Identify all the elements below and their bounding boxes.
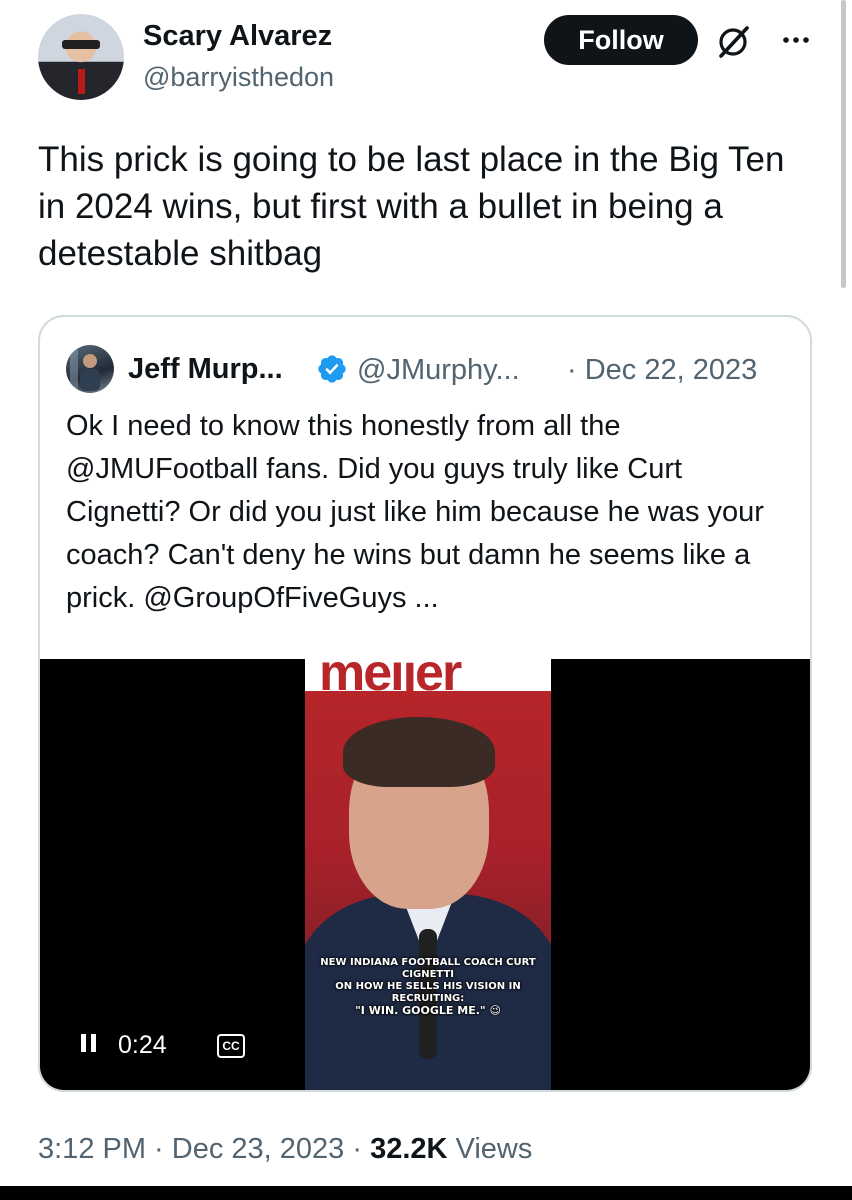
quoted-avatar[interactable]: [66, 345, 114, 393]
video-caption-line2: ON HOW HE SELLS HIS VISION IN RECRUITING…: [335, 981, 521, 1004]
follow-button[interactable]: Follow: [544, 15, 698, 65]
video-person-hair: [343, 717, 495, 787]
author-name[interactable]: Scary Alvarez: [143, 20, 332, 53]
views-count: 32.2K: [370, 1133, 448, 1165]
video-time: 0:24: [118, 1031, 167, 1059]
video-banner-text: meijer: [319, 659, 462, 702]
quoted-text: Ok I need to know this honestly from all…: [66, 410, 764, 614]
video-player[interactable]: meijer NEW INDIANA FOOTBALL COACH CURT C…: [40, 659, 810, 1090]
quoted-author-name[interactable]: Jeff Murp...: [128, 353, 283, 386]
quoted-author-handle[interactable]: @JMurphy...: [357, 354, 520, 387]
author-handle[interactable]: @barryisthedon: [143, 62, 334, 93]
pause-icon[interactable]: [78, 1032, 100, 1061]
quoted-date[interactable]: · Dec 22, 2023: [567, 354, 757, 387]
video-caption-line3: "I WIN. GOOGLE ME." 😉: [355, 1004, 501, 1017]
video-frame: meijer NEW INDIANA FOOTBALL COACH CURT C…: [305, 659, 551, 1090]
timestamp[interactable]: 3:12 PM · Dec 23, 2023 ·: [38, 1133, 370, 1165]
scrollbar[interactable]: [841, 0, 846, 288]
tweet-meta: 3:12 PM · Dec 23, 2023 · 32.2K Views: [38, 1133, 532, 1166]
views-label: Views: [447, 1133, 533, 1165]
tweet-text: This prick is going to be last place in …: [38, 140, 785, 273]
closed-captions-icon[interactable]: CC: [217, 1034, 245, 1058]
avatar-glasses: [62, 40, 100, 49]
verified-badge-icon: [316, 353, 348, 385]
avatar-tie: [78, 69, 85, 94]
more-options-icon[interactable]: [777, 20, 815, 58]
avatar[interactable]: [38, 14, 124, 100]
quoted-tweet[interactable]: Jeff Murp... @JMurphy... · Dec 22, 2023 …: [38, 315, 812, 1092]
grok-icon[interactable]: [714, 23, 752, 61]
video-caption-line1: NEW INDIANA FOOTBALL COACH CURT CIGNETTI: [320, 957, 536, 980]
tweet-header: Scary Alvarez @barryisthedon Follow: [38, 14, 818, 104]
video-caption: NEW INDIANA FOOTBALL COACH CURT CIGNETTI…: [309, 957, 547, 1017]
bottom-edge-bar: [0, 1186, 852, 1200]
